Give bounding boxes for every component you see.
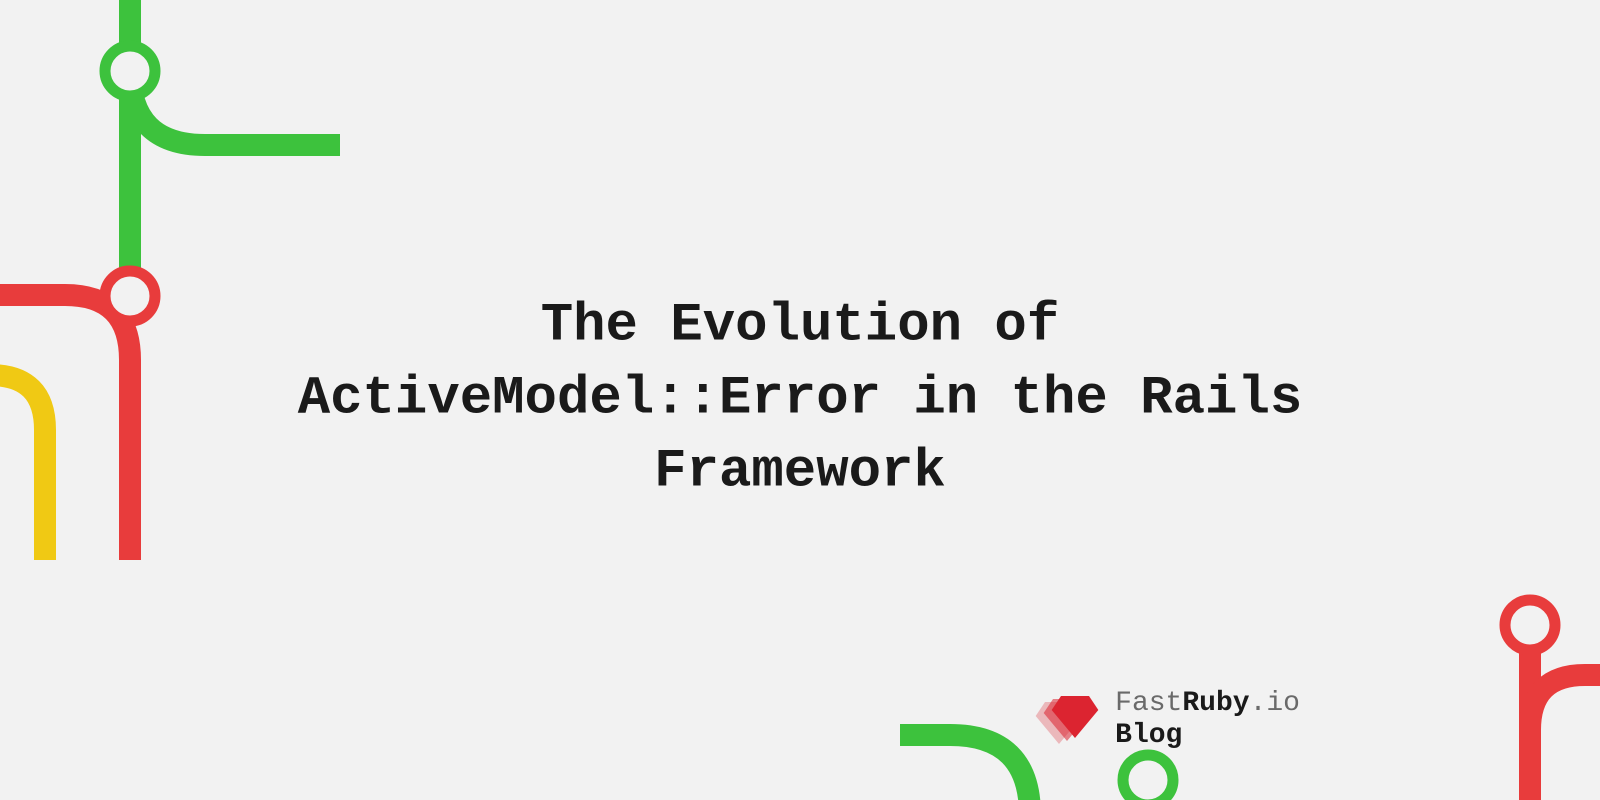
brand-fast: Fast bbox=[1115, 688, 1182, 719]
brand-ruby: Ruby bbox=[1182, 688, 1249, 719]
brand-text: FastRuby.io Blog bbox=[1115, 688, 1300, 752]
brand-blog: Blog bbox=[1115, 720, 1300, 752]
bottom-right-metro-decoration bbox=[900, 550, 1600, 800]
brand-logo: FastRuby.io Blog bbox=[1043, 688, 1300, 752]
page-title: The Evolution of ActiveModel::Error in t… bbox=[250, 291, 1350, 510]
brand-io: .io bbox=[1250, 688, 1300, 719]
ruby-icon bbox=[1043, 696, 1099, 744]
